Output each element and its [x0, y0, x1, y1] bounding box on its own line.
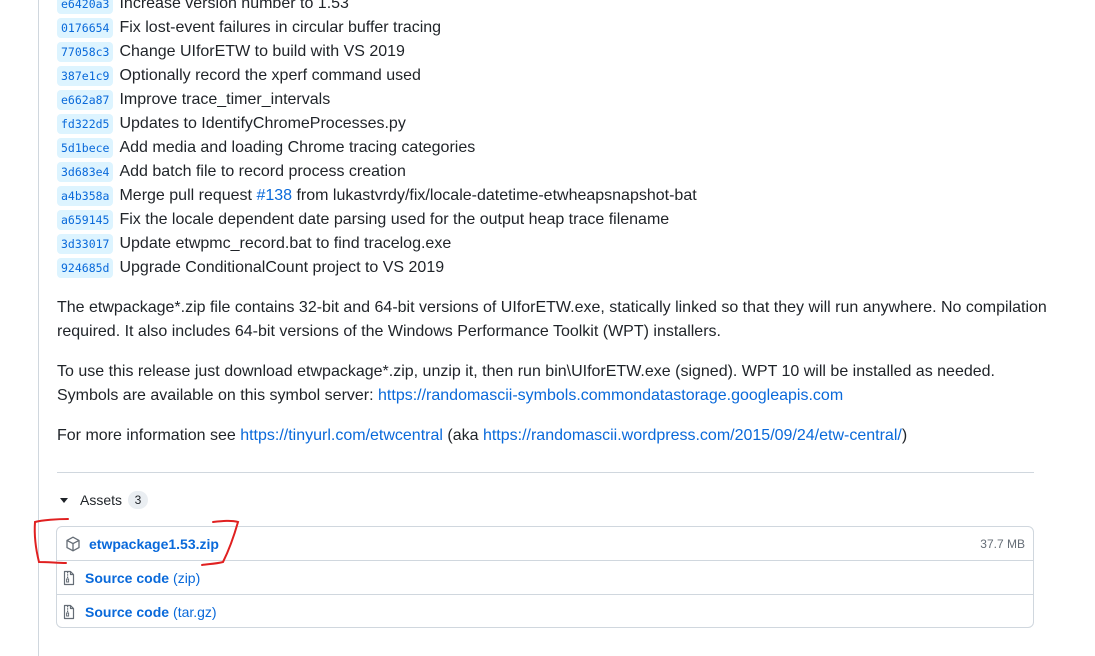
commit-sha-link[interactable]: 387e1c9 — [57, 66, 114, 86]
pull-request-link[interactable]: #138 — [256, 187, 292, 204]
commit-message: Change UIforETW to build with VS 2019 — [119, 43, 405, 60]
commit-message: Merge pull request #138 from lukastvrdy/… — [119, 187, 696, 205]
source-code-targz-link[interactable]: Source code (tar.gz) — [85, 604, 217, 620]
triangle-down-icon — [60, 497, 68, 503]
commit-sha-link[interactable]: fd322d5 — [57, 114, 114, 134]
commit-sha-link[interactable]: a4b358a — [57, 186, 114, 206]
commit-sha-link[interactable]: a659145 — [57, 210, 114, 230]
commit-sha-link[interactable]: e6420a3 — [57, 0, 114, 14]
commit-message: Fix lost-event failures in circular buff… — [119, 19, 442, 36]
commit-row: a4b358a Merge pull request #138 from luk… — [57, 184, 697, 208]
commit-row: 5d1bece Add media and loading Chrome tra… — [57, 136, 697, 160]
asset-format: (tar.gz) — [173, 604, 217, 620]
release-usage-paragraph: To use this release just download etwpac… — [57, 360, 1047, 408]
commit-message: Fix the locale dependent date parsing us… — [119, 211, 670, 228]
more-info-text: For more information see — [57, 427, 241, 444]
commit-sha-link[interactable]: 0176654 — [57, 18, 114, 38]
commit-message: Optionally record the xperf command used — [119, 67, 421, 84]
etwcentral-short-link[interactable]: https://tinyurl.com/etwcentral — [240, 427, 443, 444]
commit-sha-link[interactable]: 3d683e4 — [57, 162, 114, 182]
commit-row: e662a87 Improve trace_timer_intervals — [57, 88, 697, 112]
commit-row: 924685d Upgrade ConditionalCount project… — [57, 256, 697, 280]
commit-row: 77058c3 Change UIforETW to build with VS… — [57, 40, 697, 64]
commit-message: Upgrade ConditionalCount project to VS 2… — [119, 259, 445, 276]
etwcentral-blog-link[interactable]: https://randomascii.wordpress.com/2015/0… — [483, 427, 902, 444]
commit-sha-link[interactable]: 924685d — [57, 258, 114, 278]
assets-title: Assets — [80, 492, 123, 508]
asset-name: Source code — [85, 604, 170, 620]
commit-row: 3d683e4 Add batch file to record process… — [57, 160, 697, 184]
commit-message: Updates to IdentifyChromeProcesses.py — [119, 115, 406, 132]
commit-sha-link[interactable]: 3d33017 — [57, 234, 114, 254]
assets-count-badge: 3 — [128, 491, 149, 509]
asset-row: Source code (tar.gz) — [57, 595, 1033, 629]
commit-row: e6420a3 Increase version number to 1.53 — [57, 0, 697, 16]
commit-message: Add batch file to record process creatio… — [119, 163, 406, 180]
commit-message-text: Merge pull request — [119, 187, 257, 204]
file-zip-icon — [61, 604, 77, 620]
commit-message: Improve trace_timer_intervals — [119, 91, 331, 108]
commit-message: Increase version number to 1.53 — [119, 0, 349, 12]
assets-toggle[interactable]: Assets 3 — [57, 489, 149, 511]
commit-row: 3d33017 Update etwpmc_record.bat to find… — [57, 232, 697, 256]
commit-row: 387e1c9 Optionally record the xperf comm… — [57, 64, 697, 88]
commit-sha-link[interactable]: e662a87 — [57, 90, 114, 110]
red-annotation-bracket — [33, 518, 240, 566]
commit-message: Update etwpmc_record.bat to find tracelo… — [119, 235, 452, 252]
more-info-text: (aka — [442, 427, 483, 444]
commit-message-text: from lukastvrdy/fix/locale-datetime-etwh… — [292, 187, 697, 204]
commit-row: fd322d5 Updates to IdentifyChromeProcess… — [57, 112, 697, 136]
section-divider — [57, 472, 1034, 473]
commit-message: Add media and loading Chrome tracing cat… — [119, 139, 476, 156]
asset-size: 37.7 MB — [980, 536, 1025, 551]
more-info-text: ) — [901, 427, 908, 444]
commit-row: a659145 Fix the locale dependent date pa… — [57, 208, 697, 232]
commit-sha-link[interactable]: 77058c3 — [57, 42, 114, 62]
commit-list: e6420a3 Increase version number to 1.53 … — [57, 0, 697, 280]
commit-sha-link[interactable]: 5d1bece — [57, 138, 114, 158]
commit-row: 0176654 Fix lost-event failures in circu… — [57, 16, 697, 40]
symbol-server-link[interactable]: https://randomascii-symbols.commondatast… — [378, 387, 843, 404]
release-description-paragraph: The etwpackage*.zip file contains 32-bit… — [57, 299, 1047, 340]
more-info-paragraph: For more information see https://tinyurl… — [57, 424, 1047, 448]
